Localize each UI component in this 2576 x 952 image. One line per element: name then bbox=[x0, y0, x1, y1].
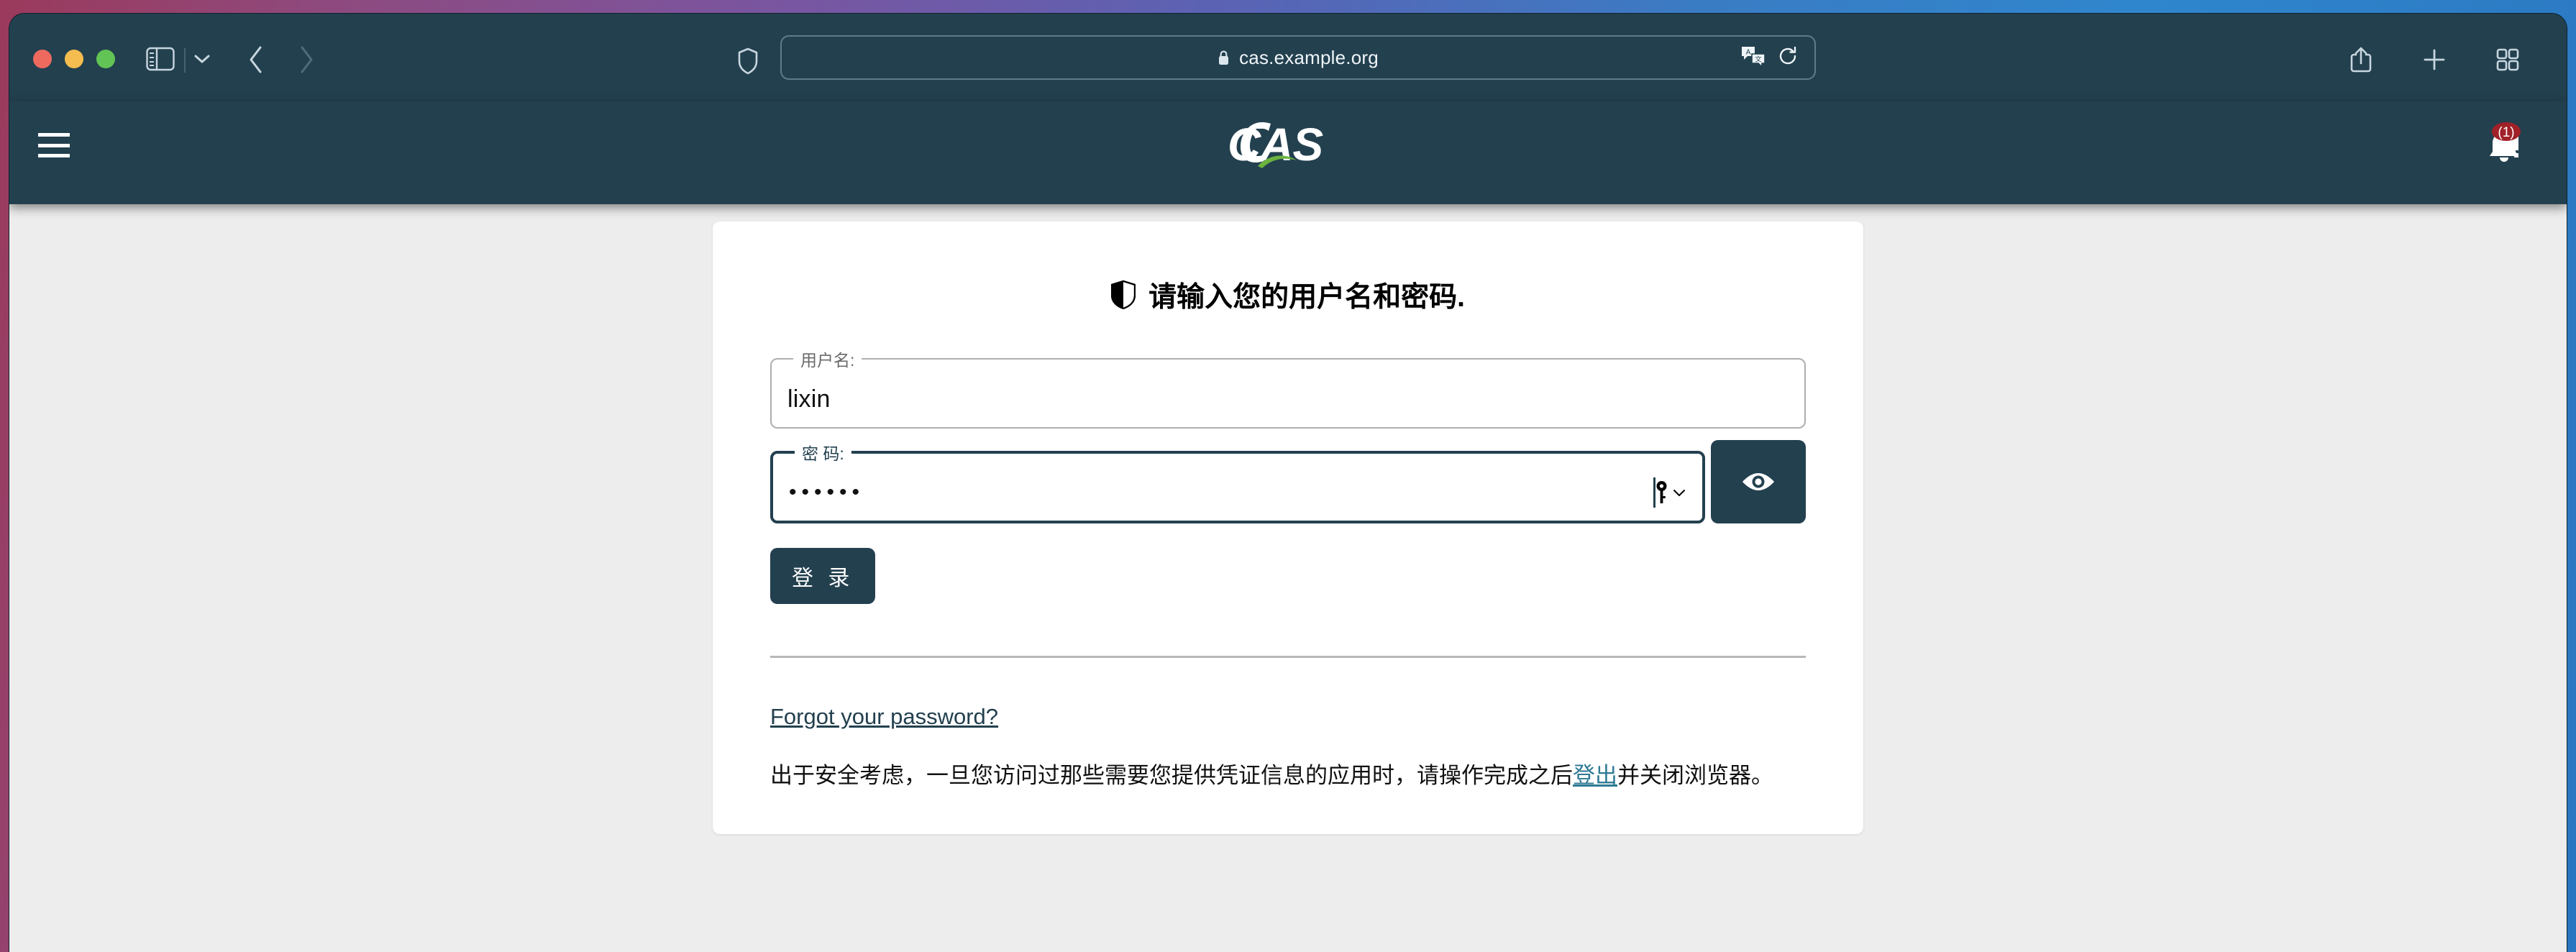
svg-text:CAS: CAS bbox=[1228, 119, 1323, 170]
password-input[interactable]: •••••• bbox=[789, 480, 1652, 505]
address-bar[interactable]: cas.example.org A 文 bbox=[780, 35, 1816, 80]
password-group: 密 码: •••••• bbox=[770, 440, 1806, 523]
browser-toolbar: cas.example.org A 文 bbox=[9, 14, 2567, 101]
browser-window: cas.example.org A 文 CAS (1) 请输入您的用户名和密码.… bbox=[9, 13, 2567, 952]
back-arrow-icon[interactable] bbox=[243, 45, 269, 74]
username-input[interactable]: lixin bbox=[787, 385, 1789, 413]
plus-icon[interactable] bbox=[2420, 45, 2449, 74]
tab-overview-icon[interactable] bbox=[2493, 45, 2522, 74]
svg-text:文: 文 bbox=[1755, 55, 1761, 63]
card-divider bbox=[770, 656, 1806, 658]
url-text: cas.example.org bbox=[1239, 46, 1379, 68]
cas-logo[interactable]: CAS bbox=[1216, 116, 1360, 176]
password-fieldset: 密 码: •••••• bbox=[770, 440, 1705, 523]
sidebar-toggle-icon[interactable] bbox=[145, 45, 176, 73]
share-icon[interactable] bbox=[2347, 45, 2375, 74]
site-header: CAS (1) bbox=[9, 101, 2567, 204]
svg-text:A: A bbox=[1746, 48, 1751, 56]
password-label: 密 码: bbox=[802, 444, 844, 463]
translate-icon[interactable]: A 文 bbox=[1741, 45, 1766, 70]
toggle-password-visibility-button[interactable] bbox=[1711, 440, 1806, 523]
login-button[interactable]: 登 录 bbox=[770, 548, 876, 604]
notification-bell-icon[interactable]: (1) bbox=[2479, 117, 2529, 168]
toolbar-right-actions bbox=[2347, 45, 2522, 74]
privacy-shield-icon[interactable] bbox=[736, 47, 760, 75]
shield-icon bbox=[1110, 280, 1136, 310]
security-notice: 出于安全考虑，一旦您访问过那些需要您提供凭证信息的应用时，请操作完成之后登出并关… bbox=[770, 761, 1806, 791]
submit-row: 登 录 bbox=[770, 523, 1806, 604]
security-notice-before: 出于安全考虑，一旦您访问过那些需要您提供凭证信息的应用时，请操作完成之后 bbox=[770, 763, 1573, 788]
zoom-window-button[interactable] bbox=[96, 50, 115, 68]
username-label: 用户名: bbox=[800, 351, 855, 370]
window-traffic-lights bbox=[33, 50, 115, 68]
sidebar-chevron-down-icon[interactable] bbox=[193, 45, 211, 73]
security-notice-after: 并关闭浏览器。 bbox=[1617, 763, 1773, 788]
page-body: 请输入您的用户名和密码. 用户名: lixin 密 码: •••••• 登 录 … bbox=[9, 204, 2567, 952]
lock-icon bbox=[1218, 50, 1230, 65]
eye-icon bbox=[1743, 473, 1774, 490]
password-row: •••••• bbox=[789, 464, 1686, 521]
page-title-text: 请输入您的用户名和密码. bbox=[1148, 282, 1465, 313]
minimize-window-button[interactable] bbox=[65, 50, 83, 68]
toolbar-divider bbox=[184, 48, 186, 73]
notification-badge-count: (1) bbox=[2498, 125, 2514, 140]
login-card: 请输入您的用户名和密码. 用户名: lixin 密 码: •••••• 登 录 … bbox=[713, 221, 1863, 834]
hamburger-menu-icon[interactable] bbox=[38, 133, 70, 157]
forward-arrow-icon[interactable] bbox=[293, 45, 319, 74]
reload-icon[interactable] bbox=[1777, 45, 1799, 70]
key-icon bbox=[1656, 481, 1667, 503]
password-autofill-control[interactable] bbox=[1655, 480, 1686, 505]
page-title: 请输入您的用户名和密码. bbox=[770, 275, 1806, 315]
address-bar-content: cas.example.org bbox=[1218, 47, 1379, 69]
forgot-password-link[interactable]: Forgot your password? bbox=[770, 704, 998, 730]
close-window-button[interactable] bbox=[33, 50, 52, 68]
username-row: lixin bbox=[787, 371, 1789, 427]
chevron-down-icon bbox=[1673, 490, 1685, 496]
logout-link[interactable]: 登出 bbox=[1573, 763, 1617, 788]
username-fieldset: 用户名: lixin bbox=[770, 347, 1806, 429]
address-bar-actions: A 文 bbox=[1741, 45, 1799, 70]
